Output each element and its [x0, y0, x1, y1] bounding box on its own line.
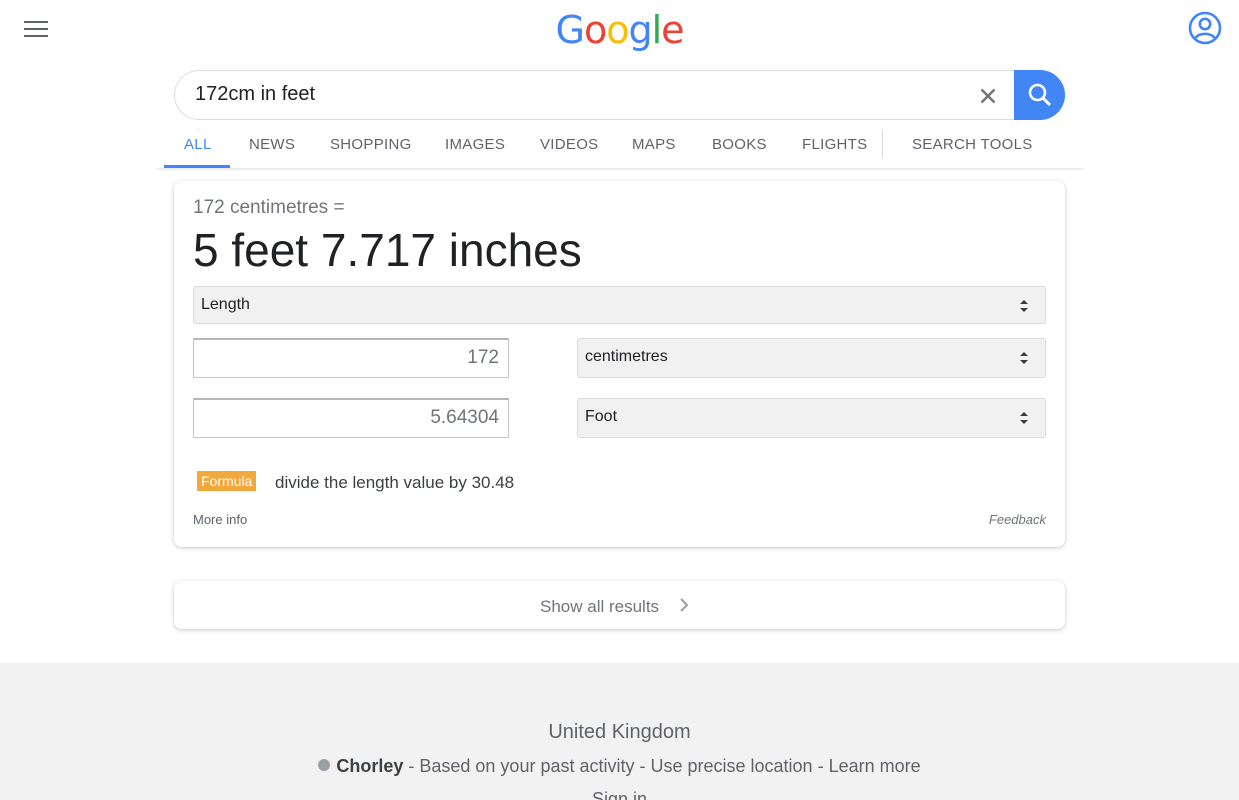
more-info-link[interactable]: More info — [193, 512, 247, 527]
close-icon[interactable] — [976, 84, 1000, 108]
search-icon — [1028, 83, 1052, 107]
footer-location: Chorley - Based on your past activity - … — [0, 756, 1239, 777]
to-value-input[interactable]: 5.64304 — [193, 398, 509, 438]
from-value-input[interactable]: 172 — [193, 338, 509, 378]
select-arrows-icon — [1020, 352, 1028, 364]
select-arrows-icon — [1020, 300, 1028, 312]
from-unit-select[interactable]: centimetres — [577, 338, 1046, 378]
unit-converter-card: 172 centimetres = 5 feet 7.717 inches Le… — [174, 181, 1065, 547]
active-tab-indicator — [164, 165, 230, 168]
search-results-page: Google ALL NEWS SHOPPING IMAGES VIDEOS M… — [0, 0, 1239, 800]
chevron-right-icon — [680, 598, 689, 612]
to-unit-select[interactable]: Foot — [577, 398, 1046, 438]
sign-in-link[interactable]: Sign in — [0, 789, 1239, 800]
footer-country: United Kingdom — [548, 721, 691, 743]
use-precise-location-link[interactable]: Use precise location — [650, 756, 812, 776]
tab-books[interactable]: BOOKS — [712, 136, 767, 153]
tab-shopping[interactable]: SHOPPING — [330, 136, 412, 153]
logo-letter-g2: g — [628, 8, 652, 52]
logo-letter-l: l — [651, 8, 663, 52]
logo-letter-e: e — [661, 8, 684, 52]
from-unit-value: centimetres — [585, 348, 668, 365]
conversion-source: 172 centimetres = — [193, 197, 345, 218]
conversion-result: 5 feet 7.717 inches — [193, 224, 582, 276]
show-all-results-button[interactable]: Show all results — [174, 581, 1065, 629]
logo-letter-g: G — [555, 8, 584, 52]
category-select-value: Length — [201, 296, 250, 313]
tab-divider — [882, 130, 883, 158]
tab-news[interactable]: NEWS — [249, 136, 295, 153]
footer: United Kingdom Chorley - Based on your p… — [0, 663, 1239, 800]
footer-city: Chorley — [336, 756, 404, 776]
search-button[interactable] — [1014, 70, 1065, 120]
footer-past-activity: - Based on your past activity - — [403, 756, 651, 776]
google-logo[interactable]: Google — [0, 8, 1239, 52]
account-circle-icon[interactable] — [1188, 11, 1222, 45]
search-tabs: ALL NEWS SHOPPING IMAGES VIDEOS MAPS BOO… — [156, 124, 1084, 169]
tab-images[interactable]: IMAGES — [445, 136, 505, 153]
search-box — [174, 70, 1065, 120]
tab-maps[interactable]: MAPS — [632, 136, 676, 153]
location-dot-icon — [318, 759, 331, 771]
formula-text: divide the length value by 30.48 — [275, 473, 515, 492]
footer-separator: - — [812, 756, 829, 776]
learn-more-link[interactable]: Learn more — [829, 756, 921, 776]
select-arrows-icon — [1020, 412, 1028, 424]
tab-all[interactable]: ALL — [184, 136, 212, 153]
search-input[interactable] — [195, 83, 955, 106]
tab-flights[interactable]: FLIGHTS — [802, 136, 867, 153]
category-select[interactable]: Length — [193, 286, 1046, 324]
feedback-link[interactable]: Feedback — [989, 512, 1046, 527]
to-unit-value: Foot — [585, 408, 618, 425]
logo-letter-o2: o — [606, 8, 629, 52]
formula-badge: Formula — [197, 471, 257, 491]
tab-search-tools[interactable]: SEARCH TOOLS — [912, 136, 1033, 153]
tab-videos[interactable]: VIDEOS — [540, 136, 598, 153]
logo-letter-o1: o — [583, 8, 607, 52]
show-all-results-label: Show all results — [540, 597, 660, 616]
